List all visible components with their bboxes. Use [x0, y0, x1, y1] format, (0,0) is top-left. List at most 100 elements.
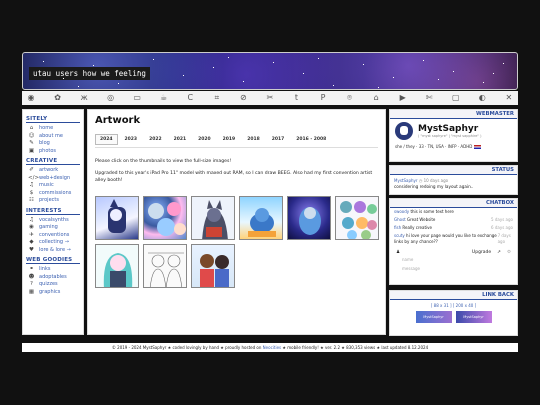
linkback-button-200x40[interactable]: MystSaphyr	[455, 311, 492, 323]
chat-user[interactable]: fish	[394, 225, 401, 230]
star	[138, 71, 139, 72]
artwork-thumbnail[interactable]	[95, 244, 139, 288]
tumblr-icon[interactable]: t	[289, 91, 303, 105]
sidebar-item-interests[interactable]: ◆ collecting →	[26, 239, 80, 247]
chat-user[interactable]: swoody	[394, 209, 409, 214]
sidebar-item-label: gaming	[39, 224, 58, 230]
banner-title: utau users how we feeling	[29, 67, 150, 80]
star	[378, 87, 379, 88]
paypal-icon[interactable]: P	[316, 91, 330, 105]
carrd-icon[interactable]: C	[183, 91, 197, 105]
star	[63, 78, 64, 79]
discord-icon[interactable]: ◐	[475, 91, 489, 105]
sidebar-item-creative[interactable]: ✐ artwork	[26, 167, 80, 175]
tab-year[interactable]: 2018	[242, 134, 265, 145]
status-user[interactable]: MystSaphyr	[394, 178, 418, 183]
youtube-icon[interactable]: ▶	[396, 91, 410, 105]
linkback-size-tabs[interactable]: [ 88 x 31 ] [ 200 x 40 ]	[390, 300, 517, 311]
tab-year[interactable]: 2016 - 2008	[291, 134, 331, 145]
tools-icon[interactable]: ✂	[263, 91, 277, 105]
sidebar-item-label: projects	[39, 197, 59, 203]
tab-year[interactable]: 2017	[267, 134, 290, 145]
chat-user[interactable]: scuty	[394, 233, 405, 238]
upgrade-link[interactable]: Upgrade	[472, 250, 491, 255]
name-input[interactable]: name	[390, 255, 517, 264]
artwork-thumbnail[interactable]	[143, 244, 187, 288]
webmaster-info: she / they · 33 · TN, USA · INFP · ADHD	[390, 143, 517, 150]
nav-icon: ♫	[29, 182, 34, 188]
artwork-thumbnail[interactable]	[95, 196, 139, 240]
paw-icon[interactable]: ✿	[51, 91, 65, 105]
sidebar-item-sitely[interactable]: ▣ photos	[26, 148, 80, 156]
tab-year[interactable]: 2019	[218, 134, 241, 145]
tab-year[interactable]: 2022	[144, 134, 167, 145]
social-icon-bar: ◉ ✿ ж ◎ ▭ ☕ C ⌗ ⊘ ✂ t P ⌾ ⌂ ▶ ✄ ▢ ◐ ✕	[22, 91, 518, 105]
chat-user[interactable]: Ghost	[394, 217, 406, 222]
tab-year[interactable]: 2021	[169, 134, 192, 145]
sidebar-item-label: adoptables	[39, 273, 67, 280]
tab-year[interactable]: 2020	[193, 134, 216, 145]
artwork-gallery	[95, 196, 379, 288]
artwork-thumbnail[interactable]	[191, 196, 235, 240]
mastodon-icon[interactable]: ◎	[104, 91, 118, 105]
user-icon[interactable]: ♟	[396, 250, 400, 255]
tab-year[interactable]: 2024	[95, 134, 118, 145]
sidebar-item-creative[interactable]: ♫ music	[26, 182, 80, 190]
neocities-link[interactable]: Neocities	[263, 345, 281, 350]
star	[183, 75, 184, 76]
status-meta: MystSaphyr ◷ 10 days ago	[390, 175, 517, 184]
sidebar-item-goodies[interactable]: ☻ adoptables	[26, 274, 80, 282]
star	[483, 82, 484, 83]
chat-messages[interactable]: swoody this is some text here Ghost Great…	[390, 208, 517, 246]
status-heading: STATUS	[390, 166, 517, 175]
twitch-icon[interactable]: ▭	[130, 91, 144, 105]
artwork-thumbnail[interactable]	[335, 196, 379, 240]
computer-icon[interactable]: ▢	[449, 91, 463, 105]
sidebar-item-interests[interactable]: ♫ vocalsynths	[26, 217, 80, 225]
sidebar-item-label: artwork	[39, 167, 59, 173]
year-tabs: 2024 2023 2022 2021 2020 2019 2018 2017 2016 - 2…	[95, 134, 378, 148]
crop-icon[interactable]: ⌗	[210, 91, 224, 105]
butterfly-icon[interactable]: ж	[77, 91, 91, 105]
star	[438, 79, 439, 80]
scissors-icon[interactable]: ✄	[422, 91, 436, 105]
settings-icon[interactable]: ⚙	[507, 250, 511, 255]
external-link-icon[interactable]: ↗	[497, 250, 501, 255]
sidebar-item-creative[interactable]: </> web+design	[26, 175, 80, 183]
sidebar-item-goodies[interactable]: ⚭ links	[26, 266, 80, 274]
sidebar-item-label: web+design	[39, 174, 71, 181]
chat-message: swoody this is some text here	[390, 208, 517, 216]
star	[228, 57, 229, 58]
interests-heading: INTERESTS	[26, 208, 80, 215]
artwork-thumbnail[interactable]	[239, 196, 283, 240]
tab-year[interactable]: 2023	[120, 134, 143, 145]
sidebar-item-interests[interactable]: ♥ lore & lore →	[26, 247, 80, 255]
github-icon[interactable]: ⌾	[343, 91, 357, 105]
artwork-thumbnail[interactable]	[191, 244, 235, 288]
x-icon[interactable]: ✕	[502, 91, 516, 105]
sidebar-item-goodies[interactable]: ? quizzes	[26, 281, 80, 289]
message-input[interactable]: message	[390, 264, 517, 273]
pencil-icon[interactable]: ⊘	[236, 91, 250, 105]
sidebar-item-sitely[interactable]: ⌂ home	[26, 125, 80, 133]
sidebar-item-interests[interactable]: ✈ conventions	[26, 232, 80, 240]
home-icon[interactable]: ⌂	[369, 91, 383, 105]
kofi-icon[interactable]: ☕	[157, 91, 171, 105]
instructions-text: Please click on the thumbnails to view t…	[95, 159, 232, 164]
sidebar-item-creative[interactable]: $ commissions	[26, 190, 80, 198]
webmaster-heading: WEBMASTER	[390, 110, 517, 119]
sidebar-item-creative[interactable]: ☷ projects	[26, 197, 80, 205]
artwork-thumbnail[interactable]	[287, 196, 331, 240]
sidebar-item-goodies[interactable]: ▦ graphics	[26, 289, 80, 297]
artwork-thumbnail[interactable]	[143, 196, 187, 240]
linkback-button-88x31[interactable]: MystSaphyr	[415, 311, 452, 323]
sidebar-item-sitely[interactable]: ✎ blog	[26, 140, 80, 148]
toyhouse-icon[interactable]: ◉	[24, 91, 38, 105]
chat-message: scuty hi love your page would you like t…	[390, 232, 517, 246]
sidebar-item-label: conventions	[39, 231, 70, 238]
sidebar-item-sitely[interactable]: ☺ about me	[26, 133, 80, 141]
star	[493, 73, 494, 74]
year-description: Upgraded to this year's iPad Pro 11" mod…	[95, 171, 373, 183]
sidebar-item-interests[interactable]: ◉ gaming	[26, 224, 80, 232]
nav-icon: ⚭	[29, 266, 34, 272]
